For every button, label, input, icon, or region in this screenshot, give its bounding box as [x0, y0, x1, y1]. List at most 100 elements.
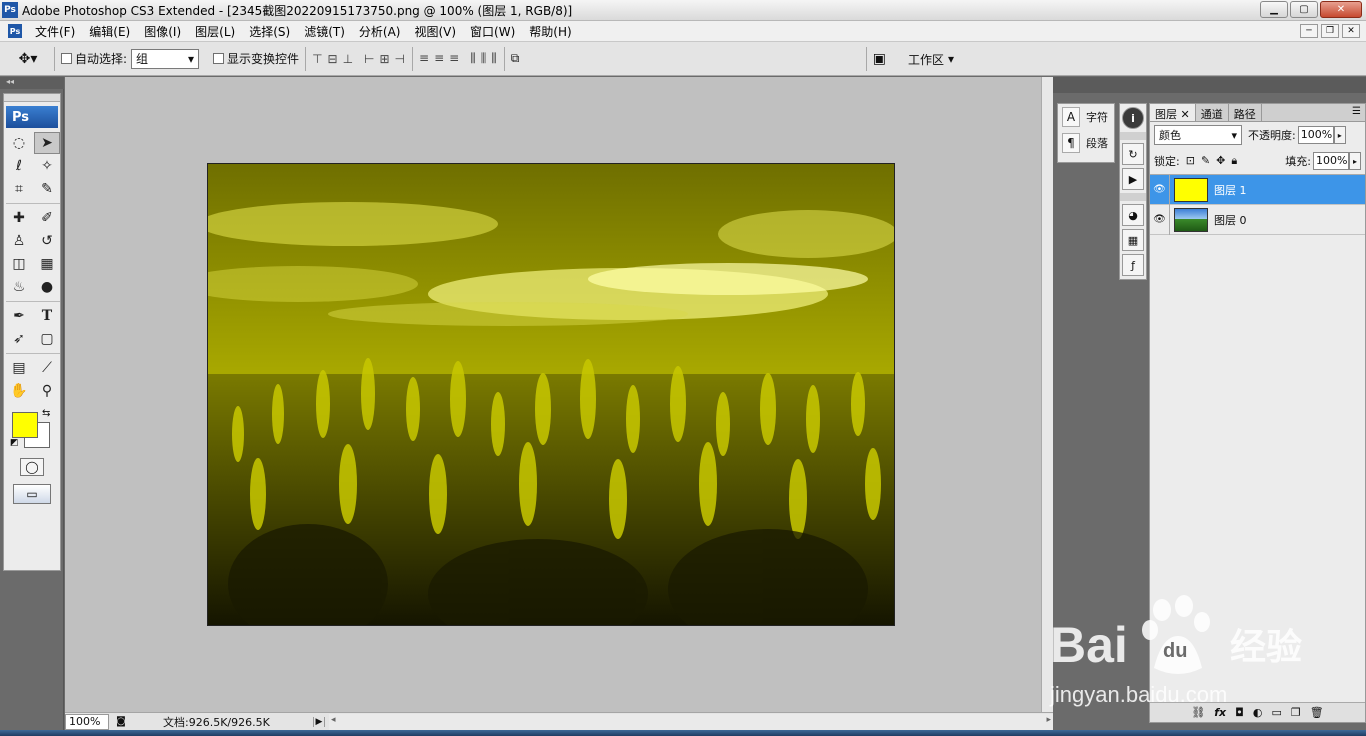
- dock-collapse-bar[interactable]: [1053, 77, 1366, 93]
- workspace-button[interactable]: 工作区 ▾: [908, 51, 954, 68]
- auto-select-option[interactable]: 自动选择:: [61, 50, 127, 67]
- align-vcenter-icon[interactable]: ⊟: [328, 52, 339, 66]
- auto-select-dropdown[interactable]: 组 ▾: [131, 48, 200, 69]
- magic-wand-tool-icon[interactable]: ✧: [34, 155, 60, 177]
- fill-field[interactable]: 100%: [1313, 152, 1349, 170]
- align-right-icon[interactable]: ⊣: [395, 52, 406, 66]
- paragraph-panel-button[interactable]: ¶ 段落: [1058, 130, 1114, 156]
- distribute-hcenter-icon[interactable]: ⫼: [481, 51, 488, 66]
- status-info-icon[interactable]: ◙: [113, 716, 129, 727]
- pen-tool-icon[interactable]: ✒: [6, 305, 32, 327]
- toolbox-grip[interactable]: [4, 94, 60, 102]
- new-layer-icon[interactable]: ❐: [1291, 706, 1301, 719]
- menu-edit[interactable]: 编辑(E): [82, 23, 137, 40]
- scroll-right-icon[interactable]: ▸: [1046, 715, 1051, 725]
- move-tool-preset-icon[interactable]: ✥▾: [8, 46, 48, 72]
- show-transform-checkbox[interactable]: [213, 53, 225, 64]
- menu-filter[interactable]: 滤镜(T): [297, 23, 352, 40]
- tab-paths[interactable]: 路径: [1229, 104, 1262, 121]
- info-icon[interactable]: i: [1122, 107, 1144, 129]
- quick-mask-icon[interactable]: ◯: [20, 458, 44, 476]
- distribute-vcenter-icon[interactable]: ≡: [434, 51, 445, 66]
- default-colors-icon[interactable]: ◩: [10, 438, 19, 448]
- blur-tool-icon[interactable]: ♨: [6, 276, 32, 298]
- eye-icon[interactable]: 👁︎: [1150, 204, 1170, 235]
- character-panel-button[interactable]: A 字符: [1058, 104, 1114, 130]
- new-group-icon[interactable]: ▭: [1271, 706, 1281, 719]
- layer-mask-icon[interactable]: ◘: [1235, 706, 1244, 719]
- eye-icon[interactable]: 👁︎: [1150, 174, 1170, 205]
- auto-select-checkbox[interactable]: [61, 53, 72, 64]
- align-top-icon[interactable]: ⊤: [312, 52, 323, 66]
- show-transform-option[interactable]: 显示变换控件: [213, 50, 299, 67]
- distribute-bottom-icon[interactable]: ≡: [449, 51, 460, 66]
- lock-image-icon[interactable]: ✎: [1201, 154, 1210, 168]
- minimize-button[interactable]: ▁: [1260, 1, 1288, 18]
- move-tool-icon[interactable]: ➤: [34, 132, 60, 154]
- shape-tool-icon[interactable]: ▢: [34, 328, 60, 350]
- eyedropper-tool-icon[interactable]: ⟋: [34, 357, 60, 379]
- history-icon[interactable]: ↻: [1122, 143, 1144, 165]
- align-bottom-icon[interactable]: ⊥: [343, 52, 354, 66]
- menu-view[interactable]: 视图(V): [407, 23, 463, 40]
- distribute-right-icon[interactable]: ⫼: [491, 51, 498, 66]
- auto-align-icon[interactable]: ⧉: [511, 51, 520, 66]
- healing-brush-tool-icon[interactable]: ✚: [6, 207, 32, 229]
- fill-slider-icon[interactable]: ▸: [1349, 152, 1361, 170]
- link-layers-icon[interactable]: ⛓: [1191, 706, 1205, 719]
- menu-analysis[interactable]: 分析(A): [352, 23, 408, 40]
- zoom-tool-icon[interactable]: ⚲: [34, 380, 60, 402]
- clone-stamp-tool-icon[interactable]: ♙: [6, 230, 32, 252]
- opacity-field[interactable]: 100%: [1297, 126, 1334, 144]
- notes-tool-icon[interactable]: ▤: [6, 357, 32, 379]
- eraser-tool-icon[interactable]: ◫: [6, 253, 32, 275]
- styles-icon[interactable]: ƒ: [1122, 254, 1144, 276]
- distribute-left-icon[interactable]: ⫼: [470, 51, 477, 66]
- hand-tool-icon[interactable]: ✋: [6, 380, 32, 402]
- distribute-top-icon[interactable]: ≡: [419, 51, 430, 66]
- document-icon[interactable]: Ps: [8, 24, 22, 38]
- blend-mode-dropdown[interactable]: 颜色 ▾: [1154, 125, 1242, 145]
- brush-tool-icon[interactable]: ✐: [34, 207, 60, 229]
- lock-all-icon[interactable]: 🔒︎: [1231, 154, 1237, 168]
- align-hcenter-icon[interactable]: ⊞: [379, 52, 390, 66]
- marquee-tool-icon[interactable]: ◌: [6, 132, 32, 154]
- doc-minimize-button[interactable]: ─: [1300, 24, 1318, 38]
- zoom-field[interactable]: 100%: [65, 713, 109, 730]
- lock-position-icon[interactable]: ✥: [1216, 154, 1225, 168]
- foreground-color[interactable]: [12, 412, 38, 438]
- crop-tool-icon[interactable]: ⌗: [6, 178, 32, 200]
- layer-row[interactable]: 👁︎ 图层 1: [1150, 174, 1365, 205]
- screen-mode-icon[interactable]: ▭: [13, 484, 51, 504]
- collapse-dock-icon[interactable]: ◂◂: [0, 77, 64, 89]
- swap-colors-icon[interactable]: ⇆: [42, 408, 50, 419]
- adjustment-layer-icon[interactable]: ◐: [1253, 706, 1263, 719]
- menu-file[interactable]: 文件(F): [28, 23, 82, 40]
- doc-restore-button[interactable]: ❐: [1321, 24, 1339, 38]
- maximize-button[interactable]: ▢: [1290, 1, 1318, 18]
- gradient-tool-icon[interactable]: ▦: [34, 253, 60, 275]
- path-selection-tool-icon[interactable]: ➶: [6, 328, 32, 350]
- vertical-scrollbar[interactable]: [1041, 77, 1053, 712]
- status-menu-icon[interactable]: ▶: [313, 716, 325, 727]
- slice-tool-icon[interactable]: ✎: [34, 178, 60, 200]
- tab-layers[interactable]: 图层 ✕: [1150, 104, 1196, 121]
- layer-style-icon[interactable]: fx: [1214, 706, 1226, 719]
- swatches-icon[interactable]: ▦: [1122, 229, 1144, 251]
- menu-window[interactable]: 窗口(W): [463, 23, 522, 40]
- actions-icon[interactable]: ▶: [1122, 168, 1144, 190]
- menu-select[interactable]: 选择(S): [242, 23, 297, 40]
- lasso-tool-icon[interactable]: ℓ: [6, 155, 32, 177]
- panel-menu-icon[interactable]: ☰: [1352, 106, 1361, 117]
- document-image[interactable]: [207, 163, 895, 626]
- menu-layer[interactable]: 图层(L): [188, 23, 242, 40]
- delete-layer-icon[interactable]: 🗑︎: [1310, 706, 1324, 719]
- tab-channels[interactable]: 通道: [1196, 104, 1229, 121]
- dodge-tool-icon[interactable]: ●: [34, 276, 60, 298]
- doc-close-button[interactable]: ✕: [1342, 24, 1360, 38]
- lock-transparent-icon[interactable]: ⊡: [1186, 154, 1195, 168]
- opacity-slider-icon[interactable]: ▸: [1333, 126, 1346, 144]
- close-button[interactable]: ✕: [1320, 1, 1362, 18]
- bridge-icon[interactable]: ▣: [873, 51, 886, 67]
- history-brush-tool-icon[interactable]: ↺: [34, 230, 60, 252]
